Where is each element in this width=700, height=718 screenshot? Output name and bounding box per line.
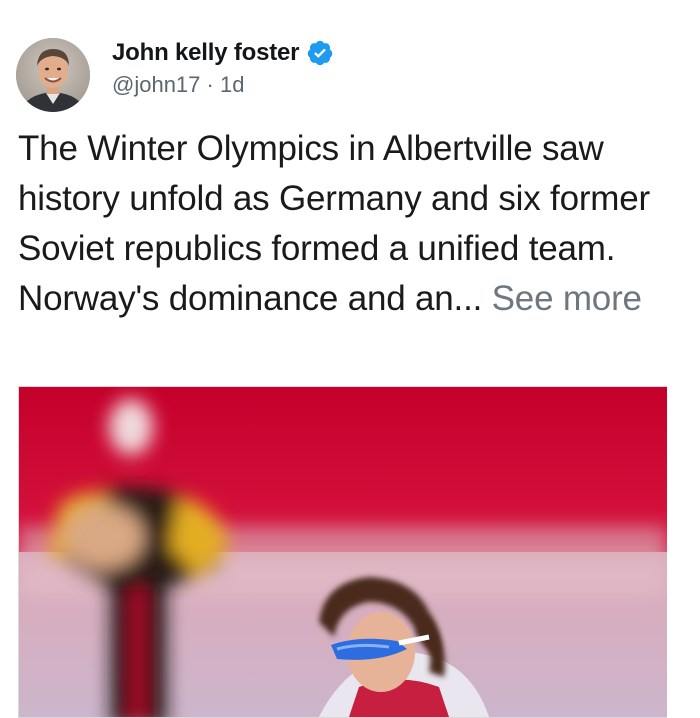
verified-badge-icon	[306, 39, 334, 67]
meta-separator: ·	[200, 72, 220, 97]
tweet-timestamp[interactable]: 1d	[220, 72, 244, 97]
author-name-row: John kelly foster	[112, 38, 334, 68]
tweet-media[interactable]	[18, 386, 667, 718]
profile-photo-icon	[16, 38, 90, 112]
tweet-text: The Winter Olympics in Albertville saw h…	[18, 124, 698, 324]
author-avatar[interactable]	[16, 38, 90, 112]
see-more-link[interactable]: See more	[492, 279, 642, 318]
author-meta: @john17 · 1d	[112, 72, 244, 98]
author-display-name[interactable]: John kelly foster	[112, 39, 300, 67]
speed-skating-photo	[19, 387, 667, 717]
author-handle[interactable]: @john17	[112, 72, 200, 97]
